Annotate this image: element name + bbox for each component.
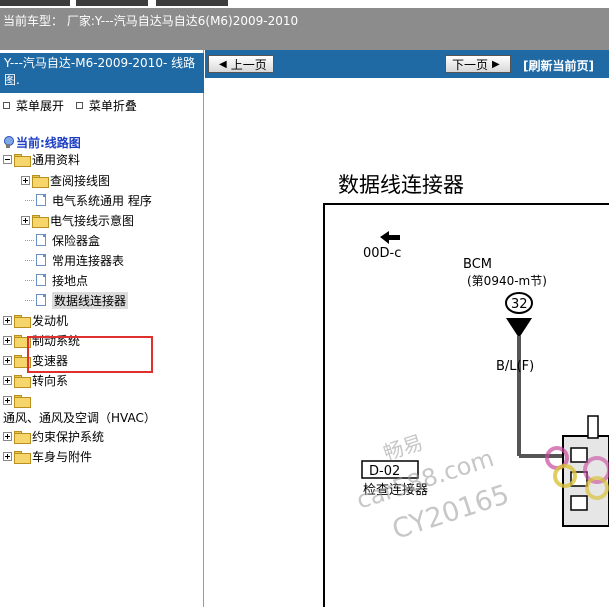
- diagram-title: 数据线连接器: [338, 173, 464, 197]
- tree-item-body[interactable]: 车身与附件: [3, 447, 92, 465]
- collapse-square-icon: [75, 102, 83, 109]
- arrow-left-icon: [380, 231, 400, 244]
- svg-text:畅易: 畅易: [380, 430, 425, 465]
- expand-icon[interactable]: [3, 451, 12, 461]
- document-icon: [36, 274, 46, 286]
- tree-item-connector-table[interactable]: 常用连接器表: [25, 251, 124, 269]
- tree-item-ground-points[interactable]: 接地点: [25, 271, 88, 289]
- current-location: 当前:线路图: [3, 134, 81, 151]
- expand-icon[interactable]: [3, 431, 12, 441]
- expand-square-icon: [3, 102, 10, 109]
- tree-item-general[interactable]: 通用资料: [3, 150, 80, 168]
- tree-item-steering[interactable]: 转向系: [3, 371, 68, 389]
- connector-block: [545, 415, 609, 527]
- document-icon: [36, 194, 46, 206]
- collapse-menu-button[interactable]: 菜单折叠: [75, 97, 137, 114]
- collapse-icon[interactable]: [3, 154, 12, 164]
- top-strip: [0, 0, 609, 8]
- tree-item-blank[interactable]: [3, 391, 32, 409]
- folder-icon: [32, 174, 49, 188]
- next-page-button[interactable]: 下一页 ▶: [445, 55, 511, 73]
- tree-item-view-wiring[interactable]: 查阅接线图: [21, 171, 110, 189]
- top-tab[interactable]: [0, 0, 70, 6]
- expand-menu-button[interactable]: 菜单展开: [3, 97, 64, 114]
- tree-item-hvac[interactable]: 通风、通风及空调（HVAC）: [3, 408, 156, 426]
- expand-icon[interactable]: [3, 315, 12, 325]
- prev-page-button[interactable]: ◀ 上一页: [208, 55, 274, 73]
- vehicle-header: 当前车型： 厂家:Y---汽马自达马自达6(M6)2009-2010: [0, 8, 609, 50]
- bcm-label: BCM: [463, 257, 492, 272]
- top-tab[interactable]: [76, 0, 148, 6]
- document-icon: [36, 234, 46, 246]
- current-vehicle-text: 当前车型： 厂家:Y---汽马自达马自达6(M6)2009-2010: [3, 14, 299, 28]
- annotation-highlight-box: [27, 336, 153, 373]
- lightbulb-icon: [3, 136, 14, 149]
- folder-icon: [14, 374, 31, 388]
- watermark: 畅易 car588.com CY20165: [353, 430, 513, 546]
- expand-icon[interactable]: [21, 175, 30, 185]
- folder-icon: [14, 153, 31, 167]
- expand-icon[interactable]: [3, 355, 12, 365]
- folder-icon: [14, 314, 31, 328]
- top-tab[interactable]: [156, 0, 228, 6]
- refresh-page-link[interactable]: [刷新当前页]: [523, 57, 594, 74]
- folder-icon: [14, 394, 31, 408]
- document-icon: [36, 294, 46, 306]
- expand-icon[interactable]: [3, 375, 12, 385]
- tree-item-restraints[interactable]: 约束保护系统: [3, 427, 104, 445]
- tree-item-engine[interactable]: 发动机: [3, 311, 68, 329]
- connector-triangle-icon: [506, 318, 532, 338]
- folder-icon: [32, 214, 49, 228]
- page-nav-bar: ◀ 上一页 下一页 ▶ [刷新当前页]: [205, 50, 609, 78]
- arrow-right-icon: ▶: [492, 58, 500, 70]
- expand-icon[interactable]: [3, 335, 12, 345]
- manual-title: Y---汽马自达-M6-2009-2010- 线路图.: [0, 53, 204, 93]
- bcm-section: (第0940-m节): [467, 274, 547, 288]
- tree-item-wiring-schematic[interactable]: 电气接线示意图: [21, 211, 134, 229]
- left-panel: Y---汽马自达-M6-2009-2010- 线路图. 菜单展开 菜单折叠 当前…: [0, 50, 204, 607]
- arrow-left-icon: ◀: [219, 58, 227, 70]
- expand-icon[interactable]: [21, 215, 30, 225]
- menu-controls: 菜单展开 菜单折叠: [3, 97, 145, 114]
- document-icon: [36, 254, 46, 266]
- tree-item-data-link-connector[interactable]: 数据线连接器: [25, 291, 129, 309]
- expand-icon[interactable]: [3, 395, 12, 405]
- folder-icon: [14, 430, 31, 444]
- content-pane: ◀ 上一页 下一页 ▶ [刷新当前页] 数据线连接器 00D-c BCM (第0…: [205, 50, 609, 607]
- wire-color: B/L(F): [496, 359, 534, 374]
- tree-item-electrical-procedure[interactable]: 电气系统通用 程序: [25, 191, 152, 209]
- reference-code: 00D-c: [363, 246, 401, 261]
- folder-icon: [14, 450, 31, 464]
- pin-number: 32: [511, 297, 528, 312]
- wiring-diagram: 数据线连接器 00D-c BCM (第0940-m节) 32 B/L(F) D-…: [323, 173, 609, 607]
- tree-item-fuse-box[interactable]: 保险器盒: [25, 231, 100, 249]
